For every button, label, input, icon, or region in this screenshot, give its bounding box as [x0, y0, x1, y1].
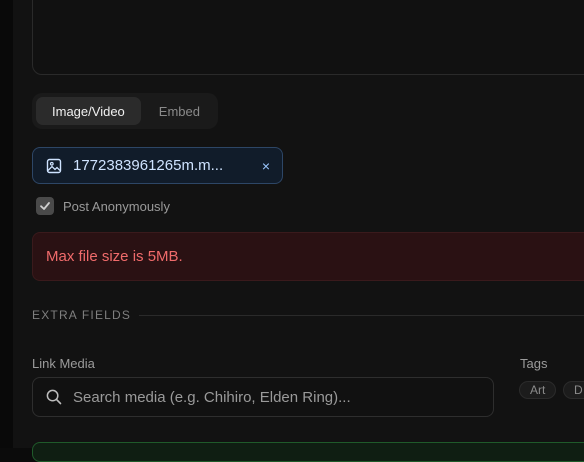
tag-d[interactable]: D	[563, 381, 584, 399]
anonymous-checkbox[interactable]	[36, 197, 54, 215]
remove-file-icon[interactable]: ×	[262, 158, 270, 174]
error-message: Max file size is 5MB.	[46, 248, 183, 265]
left-rail	[0, 0, 13, 448]
section-divider	[139, 314, 584, 316]
check-icon	[40, 202, 50, 210]
success-region	[32, 442, 584, 462]
link-media-search-input[interactable]	[73, 388, 493, 406]
attached-file-chip: 1772383961265m.m... ×	[32, 147, 283, 184]
extra-fields-header: EXTRA FIELDS	[32, 306, 584, 324]
tag-art[interactable]: Art	[519, 381, 557, 399]
tags-label: Tags	[520, 356, 548, 371]
tab-embed[interactable]: Embed	[145, 97, 214, 125]
post-anonymously-option[interactable]: Post Anonymously	[36, 196, 170, 216]
error-alert: Max file size is 5MB.	[32, 232, 584, 281]
media-type-tabs: Image/Video Embed	[32, 93, 218, 129]
section-title: EXTRA FIELDS	[32, 308, 132, 322]
post-body-textarea[interactable]	[32, 0, 584, 75]
link-media-label: Link Media	[32, 356, 95, 371]
link-media-search-box[interactable]	[32, 377, 494, 417]
attached-file-name: 1772383961265m.m...	[73, 157, 224, 174]
anonymous-label: Post Anonymously	[63, 198, 170, 214]
tab-image-video[interactable]: Image/Video	[36, 97, 141, 125]
search-icon	[45, 388, 63, 406]
image-icon	[46, 158, 62, 174]
